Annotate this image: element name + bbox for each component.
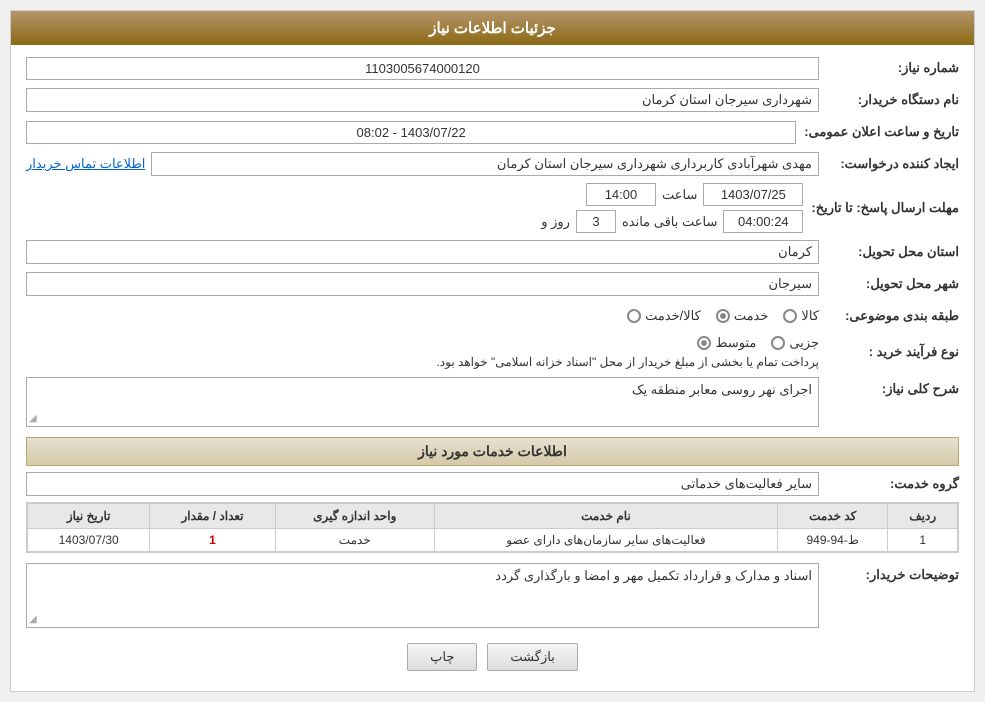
col-tarikh: تاریخ نیاز bbox=[28, 504, 150, 529]
main-container: جزئیات اطلاعات نیاز شماره نیاز: 11030056… bbox=[10, 10, 975, 692]
radio-kala-label: کالا bbox=[801, 308, 819, 324]
services-table-container: ردیف کد خدمت نام خدمت واحد اندازه گیری ت… bbox=[26, 502, 959, 553]
mohlat-row: مهلت ارسال پاسخ: تا تاریخ: 1403/07/25 سا… bbox=[26, 183, 959, 233]
grouh-khadamat-label: گروه خدمت: bbox=[819, 476, 959, 492]
mohlat-value: 1403/07/25 ساعت 14:00 04:00:24 ساعت باقی… bbox=[26, 183, 803, 233]
tosih-label: توضیحات خریدار: bbox=[819, 563, 959, 583]
grouh-khadamat-row: گروه خدمت: سایر فعالیت‌های خدماتی bbox=[26, 472, 959, 496]
ostan-input: کرمان bbox=[26, 240, 819, 264]
radio-khadamat-circle[interactable] bbox=[716, 309, 730, 323]
ijad-konande-input: مهدی شهرآبادی کاربرداری شهرداری سیرجان ا… bbox=[151, 152, 819, 176]
baghimande-label: ساعت باقی مانده bbox=[622, 214, 717, 230]
ostan-value: کرمان bbox=[26, 240, 819, 264]
radio-kala-khadamat[interactable]: کالا/خدمت bbox=[627, 308, 701, 324]
col-tedad: تعداد / مقدار bbox=[150, 504, 275, 529]
tarikh-label: تاریخ و ساعت اعلان عمومی: bbox=[796, 124, 959, 140]
ostan-label: استان محل تحویل: bbox=[819, 244, 959, 260]
radio-jozii-circle[interactable] bbox=[771, 336, 785, 350]
col-vahed: واحد اندازه گیری bbox=[275, 504, 434, 529]
radio-mottavasset-circle[interactable] bbox=[697, 336, 711, 350]
table-row: 1 ط-94-949 فعالیت‌های سایر سازمان‌های دا… bbox=[28, 529, 958, 552]
shahr-value: سیرجان bbox=[26, 272, 819, 296]
radio-mottavasset[interactable]: متوسط bbox=[697, 335, 756, 351]
nam-dastgah-row: نام دستگاه خریدار: شهرداری سیرجان استان … bbox=[26, 87, 959, 113]
tarikh-value: 1403/07/22 - 08:02 bbox=[26, 121, 796, 144]
sharh-kolli-text: اجرای نهر روسی معابر منطقه یک bbox=[632, 382, 812, 397]
page-title: جزئیات اطلاعات نیاز bbox=[429, 20, 556, 37]
noe-farayand-note: پرداخت تمام یا بخشی از مبلغ خریدار از مح… bbox=[26, 355, 819, 369]
radio-khadamat[interactable]: خدمت bbox=[716, 308, 769, 324]
col-kod: کد خدمت bbox=[778, 504, 888, 529]
saat-label: ساعت bbox=[662, 187, 697, 203]
resize-handle: ◢ bbox=[29, 413, 37, 424]
radio-kala-khadamat-label: کالا/خدمت bbox=[645, 308, 701, 324]
cell-nam: فعالیت‌های سایر سازمان‌های دارای عضو bbox=[434, 529, 777, 552]
radio-kala-khadamat-circle[interactable] bbox=[627, 309, 641, 323]
nam-dastgah-value: شهرداری سیرجان استان کرمان bbox=[26, 88, 819, 112]
cell-radif: 1 bbox=[888, 529, 958, 552]
tosih-resize-handle: ◢ bbox=[29, 614, 37, 625]
mohlat-roz-input: 3 bbox=[576, 210, 616, 233]
ostan-row: استان محل تحویل: کرمان bbox=[26, 239, 959, 265]
shomare-niaz-label: شماره نیاز: bbox=[819, 60, 959, 76]
sharh-kolli-row: شرح کلی نیاز: اجرای نهر روسی معابر منطقه… bbox=[26, 377, 959, 427]
cell-tarikh: 1403/07/30 bbox=[28, 529, 150, 552]
radio-kala[interactable]: کالا bbox=[783, 308, 819, 324]
tosih-value: اسناد و مدارک و قرارداد تکمیل مهر و امضا… bbox=[26, 563, 819, 628]
shahr-input: سیرجان bbox=[26, 272, 819, 296]
ijad-konande-value: مهدی شهرآبادی کاربرداری شهرداری سیرجان ا… bbox=[26, 152, 819, 176]
services-section-header: اطلاعات خدمات مورد نیاز bbox=[26, 437, 959, 466]
atr-contact-link[interactable]: اطلاعات تماس خریدار bbox=[26, 156, 145, 172]
ijad-konande-row: ایجاد کننده درخواست: مهدی شهرآبادی کاربر… bbox=[26, 151, 959, 177]
roz-label: روز و bbox=[541, 214, 570, 230]
shomare-niaz-value: 1103005674000120 bbox=[26, 57, 819, 80]
table-header-row: ردیف کد خدمت نام خدمت واحد اندازه گیری ت… bbox=[28, 504, 958, 529]
shomare-niaz-row: شماره نیاز: 1103005674000120 bbox=[26, 55, 959, 81]
mohlat-baghimande-input: 04:00:24 bbox=[723, 210, 803, 233]
button-row: بازگشت چاپ bbox=[26, 643, 959, 671]
nam-dastgah-label: نام دستگاه خریدار: bbox=[819, 92, 959, 108]
back-button[interactable]: بازگشت bbox=[487, 643, 577, 671]
page-header: جزئیات اطلاعات نیاز bbox=[11, 11, 974, 45]
services-table: ردیف کد خدمت نام خدمت واحد اندازه گیری ت… bbox=[27, 503, 958, 552]
tabqe-value: کالا خدمت کالا/خدمت bbox=[26, 308, 819, 324]
mohlat-label: مهلت ارسال پاسخ: تا تاریخ: bbox=[803, 200, 959, 216]
shomare-niaz-input: 1103005674000120 bbox=[26, 57, 819, 80]
tabqe-label: طبقه بندی موضوعی: bbox=[819, 308, 959, 324]
mohlat-date-input: 1403/07/25 bbox=[703, 183, 803, 206]
grouh-khadamat-value: سایر فعالیت‌های خدماتی bbox=[26, 472, 819, 496]
cell-kod: ط-94-949 bbox=[778, 529, 888, 552]
tarikh-input: 1403/07/22 - 08:02 bbox=[26, 121, 796, 144]
radio-mottavasset-label: متوسط bbox=[715, 335, 756, 351]
sharh-kolli-label: شرح کلی نیاز: bbox=[819, 377, 959, 397]
sharh-kolli-value: اجرای نهر روسی معابر منطقه یک ◢ bbox=[26, 377, 819, 427]
radio-kala-circle[interactable] bbox=[783, 309, 797, 323]
radio-jozii-label: جزیی bbox=[789, 335, 819, 351]
shahr-row: شهر محل تحویل: سیرجان bbox=[26, 271, 959, 297]
radio-jozii[interactable]: جزیی bbox=[771, 335, 819, 351]
sharh-kolli-input: اجرای نهر روسی معابر منطقه یک ◢ bbox=[26, 377, 819, 427]
noe-farayand-row: نوع فرآیند خرید : جزیی متوسط bbox=[26, 335, 959, 369]
shahr-label: شهر محل تحویل: bbox=[819, 276, 959, 292]
cell-vahed: خدمت bbox=[275, 529, 434, 552]
nam-dastgah-input: شهرداری سیرجان استان کرمان bbox=[26, 88, 819, 112]
mohlat-saat-input: 14:00 bbox=[586, 183, 656, 206]
page-wrapper: جزئیات اطلاعات نیاز شماره نیاز: 11030056… bbox=[0, 0, 985, 702]
tosih-input: اسناد و مدارک و قرارداد تکمیل مهر و امضا… bbox=[26, 563, 819, 628]
ijad-konande-label: ایجاد کننده درخواست: bbox=[819, 156, 959, 172]
tabqe-row: طبقه بندی موضوعی: کالا خدمت کالا/خدمت bbox=[26, 303, 959, 329]
content-area: شماره نیاز: 1103005674000120 نام دستگاه … bbox=[11, 45, 974, 691]
grouh-khadamat-input: سایر فعالیت‌های خدماتی bbox=[26, 472, 819, 496]
print-button[interactable]: چاپ bbox=[407, 643, 477, 671]
noe-farayand-label: نوع فرآیند خرید : bbox=[819, 344, 959, 360]
radio-khadamat-label: خدمت bbox=[734, 308, 769, 324]
tosih-text: اسناد و مدارک و قرارداد تکمیل مهر و امضا… bbox=[495, 568, 812, 583]
tosih-row: توضیحات خریدار: اسناد و مدارک و قرارداد … bbox=[26, 563, 959, 628]
noe-farayand-value: جزیی متوسط پرداخت تمام یا بخشی از مبلغ خ… bbox=[26, 335, 819, 369]
tarikh-row: تاریخ و ساعت اعلان عمومی: 1403/07/22 - 0… bbox=[26, 119, 959, 145]
col-nam: نام خدمت bbox=[434, 504, 777, 529]
cell-tedad: 1 bbox=[150, 529, 275, 552]
col-radif: ردیف bbox=[888, 504, 958, 529]
